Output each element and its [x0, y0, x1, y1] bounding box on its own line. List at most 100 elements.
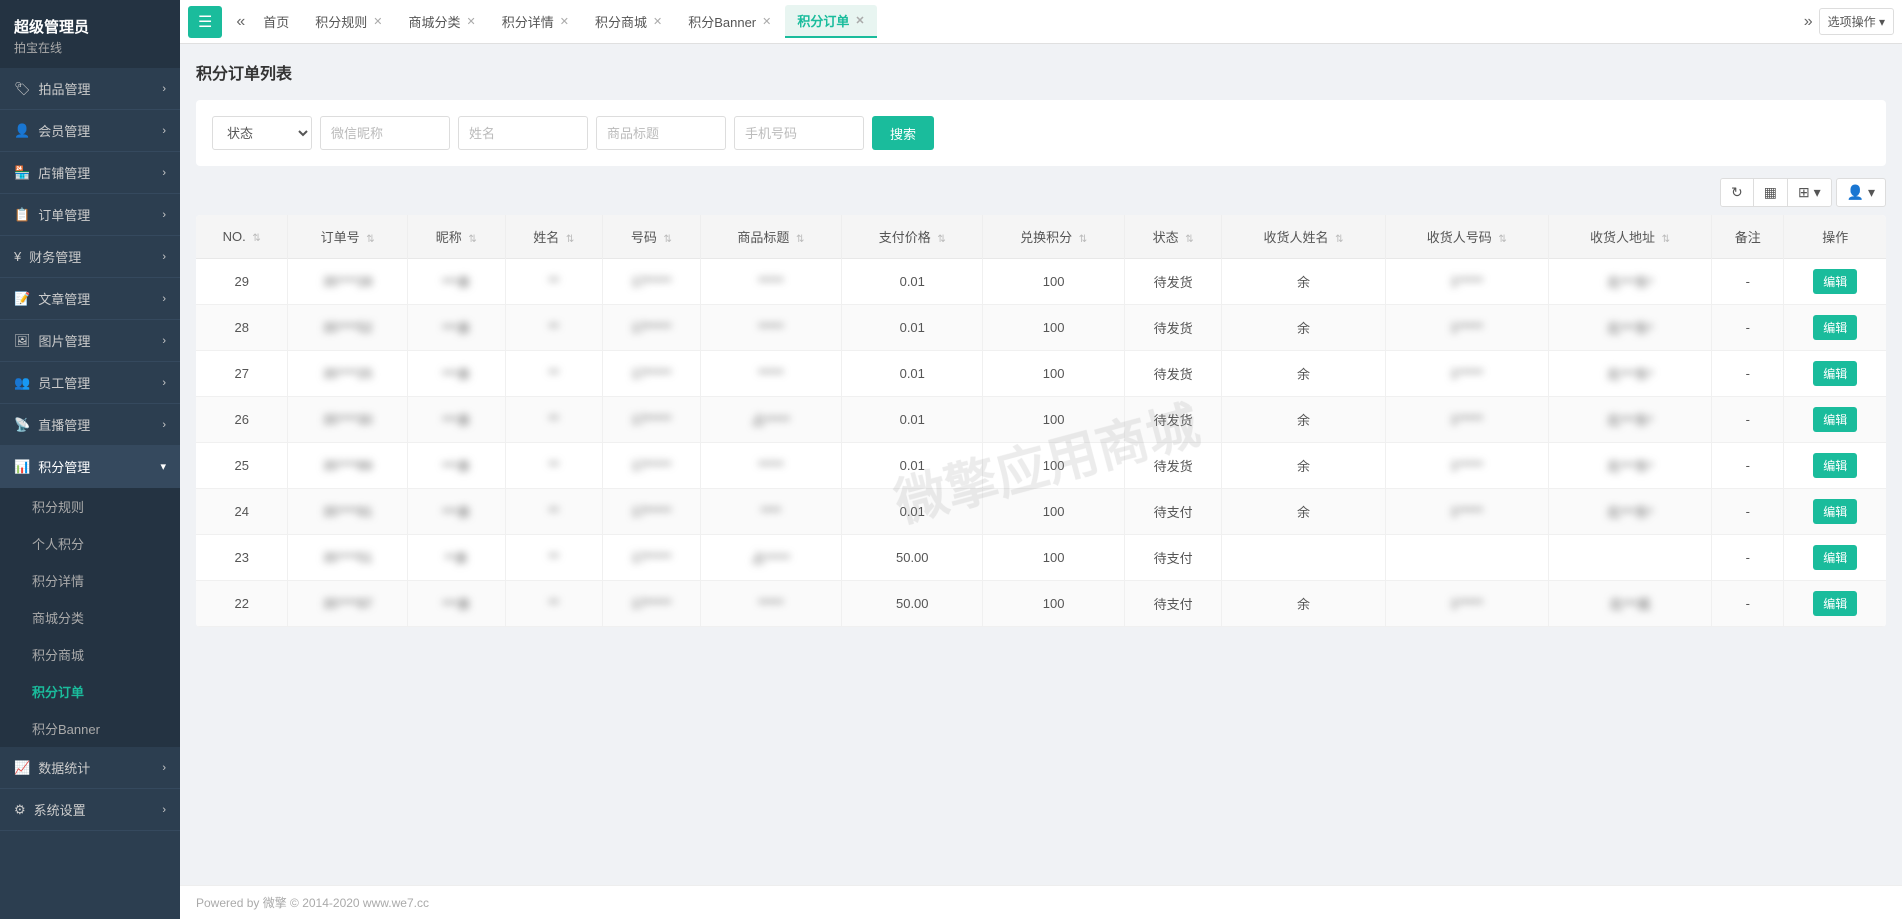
sidebar-subitem-points-rule[interactable]: 积分规则: [0, 488, 180, 525]
sort-icon[interactable]: ⇅: [937, 234, 945, 245]
options-button[interactable]: 选项操作 ▾: [1819, 8, 1894, 35]
sidebar-item-points[interactable]: 📊积分管理▾: [0, 446, 180, 488]
sidebar-item-system[interactable]: ⚙系统设置›: [0, 789, 180, 831]
edit-button[interactable]: 编辑: [1813, 591, 1857, 616]
phone-input[interactable]: [734, 116, 864, 150]
chevron-icon-system: ›: [162, 804, 166, 816]
table-cell: 编辑: [1784, 489, 1886, 535]
table-view-button[interactable]: ▦: [1754, 179, 1788, 206]
sidebar-icon-member: 👤: [14, 123, 30, 139]
tabs-prev-button[interactable]: «: [230, 9, 251, 35]
sort-icon[interactable]: ⇅: [252, 233, 260, 244]
table-cell: 1*****: [1385, 443, 1548, 489]
table-cell: 待发货: [1124, 397, 1222, 443]
sidebar-item-shop[interactable]: 🏪店铺管理›: [0, 152, 180, 194]
tab-close-points-mall[interactable]: ✕: [653, 15, 662, 28]
sidebar-item-data[interactable]: 📈数据统计›: [0, 747, 180, 789]
product: *****: [758, 366, 783, 381]
edit-button[interactable]: 编辑: [1813, 499, 1857, 524]
table-cell: ***亲: [407, 305, 505, 351]
sidebar-item-image[interactable]: 🖼图片管理›: [0, 320, 180, 362]
edit-button[interactable]: 编辑: [1813, 315, 1857, 340]
wechat-input[interactable]: [320, 116, 450, 150]
sort-icon[interactable]: ⇅: [796, 234, 804, 245]
footer-text: Powered by 微擎 © 2014-2020 www.we7.cc: [196, 896, 429, 910]
sort-icon[interactable]: ⇅: [1079, 234, 1087, 245]
sidebar-subitem-points-banner[interactable]: 积分Banner: [0, 710, 180, 747]
status-select[interactable]: 状态 全部 待发货 待支付 已完成 已取消: [212, 116, 312, 150]
sidebar-item-live[interactable]: 📡直播管理›: [0, 404, 180, 446]
col-收货人姓名: 收货人姓名 ⇅: [1222, 215, 1385, 259]
tab-points-rule[interactable]: 积分规则✕: [303, 6, 394, 37]
nickname: ***亲: [442, 272, 470, 291]
table-cell: *****: [700, 259, 841, 305]
tab-mall-category[interactable]: 商城分类✕: [397, 6, 488, 37]
tab-close-mall-category[interactable]: ✕: [467, 15, 476, 28]
table-cell: 35****91: [288, 489, 407, 535]
sort-icon[interactable]: ⇅: [468, 234, 476, 245]
tab-points-detail[interactable]: 积分详情✕: [490, 6, 581, 37]
edit-button[interactable]: 编辑: [1813, 453, 1857, 478]
name: **: [549, 366, 559, 381]
table-cell: 50.00: [842, 581, 983, 627]
sidebar-subitem-points-detail[interactable]: 积分详情: [0, 562, 180, 599]
tab-points-mall[interactable]: 积分商城 ✕: [583, 6, 674, 37]
edit-button[interactable]: 编辑: [1813, 545, 1857, 570]
refresh-button[interactable]: ↻: [1721, 179, 1754, 206]
tab-close-points-detail[interactable]: ✕: [560, 15, 569, 28]
product-input[interactable]: [596, 116, 726, 150]
search-button[interactable]: 搜索: [872, 116, 934, 150]
edit-button[interactable]: 编辑: [1813, 407, 1857, 432]
sort-icon[interactable]: ⇅: [1335, 234, 1343, 245]
sort-icon[interactable]: ⇅: [1662, 234, 1670, 245]
col-商品标题: 商品标题 ⇅: [700, 215, 841, 259]
sidebar-subitem-mall-category[interactable]: 商城分类: [0, 599, 180, 636]
table-cell: 23: [196, 535, 288, 581]
tab-points-order[interactable]: 积分订单✕: [785, 5, 876, 38]
sidebar-item-order[interactable]: 📋订单管理›: [0, 194, 180, 236]
order-no: 35****30: [323, 412, 372, 427]
tab-close-points-rule[interactable]: ✕: [373, 15, 382, 28]
tab-home[interactable]: 首页: [251, 6, 301, 37]
table-cell: 余: [1222, 489, 1385, 535]
table-cell: 35****52: [288, 305, 407, 351]
sidebar-label-shop: 店铺管理: [38, 163, 90, 182]
sort-icon[interactable]: ⇅: [366, 234, 374, 245]
columns-button[interactable]: ⊞ ▾: [1788, 179, 1831, 206]
table-cell: 35****30: [288, 397, 407, 443]
sidebar-item-finance[interactable]: ¥财务管理›: [0, 236, 180, 278]
table-cell: *****: [700, 443, 841, 489]
menu-toggle-button[interactable]: ☰: [188, 6, 222, 38]
name-input[interactable]: [458, 116, 588, 150]
tabs-next-button[interactable]: »: [1798, 9, 1819, 35]
sidebar-subitem-points-mall[interactable]: 积分商城: [0, 636, 180, 673]
tab-close-points-order[interactable]: ✕: [855, 14, 864, 27]
tab-close-points-banner[interactable]: ✕: [762, 15, 771, 28]
table-cell: 35****28: [288, 259, 407, 305]
sidebar-item-member[interactable]: 👤会员管理›: [0, 110, 180, 152]
sort-icon[interactable]: ⇅: [1185, 234, 1193, 245]
sort-icon[interactable]: ⇅: [1498, 234, 1506, 245]
sort-icon[interactable]: ⇅: [664, 234, 672, 245]
table-cell: **: [505, 397, 603, 443]
sidebar-subitem-personal-points[interactable]: 个人积分: [0, 525, 180, 562]
order-no: 35****97: [323, 596, 372, 611]
edit-button[interactable]: 编辑: [1813, 361, 1857, 386]
sidebar-item-auction[interactable]: 🏷拍品管理›: [0, 68, 180, 110]
nickname: ***亲: [442, 318, 470, 337]
sidebar-item-article[interactable]: 📝文章管理›: [0, 278, 180, 320]
sidebar-icon-shop: 🏪: [14, 165, 30, 181]
table-cell: 100: [983, 397, 1124, 443]
sidebar-label-image: 图片管理: [39, 331, 91, 350]
nickname: **亲: [445, 548, 468, 567]
sidebar-subitem-points-order[interactable]: 积分订单: [0, 673, 180, 710]
sidebar-icon-live: 📡: [14, 417, 30, 433]
edit-button[interactable]: 编辑: [1813, 269, 1857, 294]
sidebar-item-staff[interactable]: 👥员工管理›: [0, 362, 180, 404]
sort-icon[interactable]: ⇅: [566, 234, 574, 245]
col-支付价格: 支付价格 ⇅: [842, 215, 983, 259]
person-action-button[interactable]: 👤 ▾: [1836, 178, 1886, 207]
tab-points-banner[interactable]: 积分Banner✕: [676, 6, 783, 37]
col-收货人地址: 收货人地址 ⇅: [1548, 215, 1711, 259]
tab-label-points-mall: 积分商城: [595, 12, 647, 31]
